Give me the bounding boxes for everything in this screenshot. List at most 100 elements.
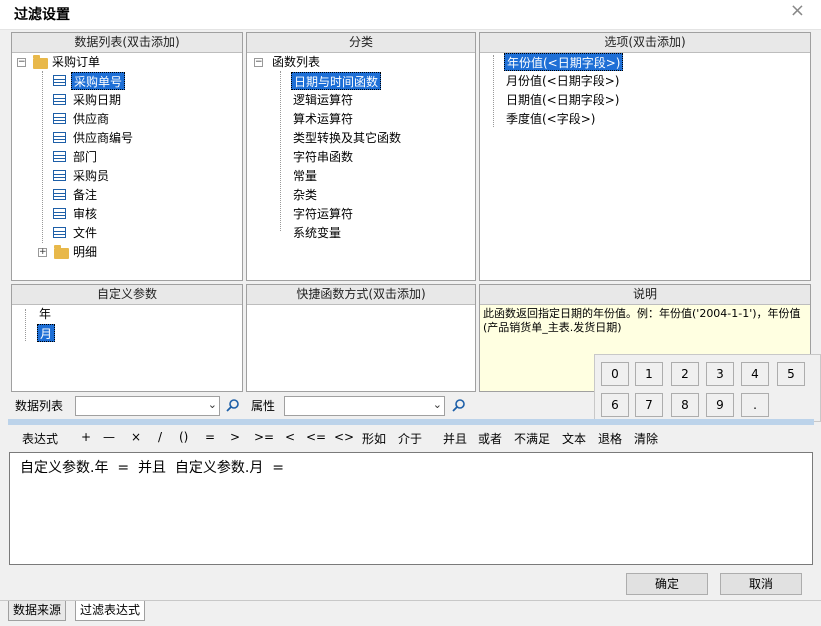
folder-icon — [54, 245, 69, 259]
operator-not-equal[interactable]: <> — [334, 430, 354, 444]
search-icon[interactable] — [452, 398, 466, 412]
folder-open-icon — [33, 55, 48, 69]
table-field-icon — [53, 151, 66, 162]
splitter[interactable] — [8, 419, 814, 425]
search-icon[interactable] — [226, 398, 240, 412]
operator-divide[interactable]: / — [158, 430, 162, 444]
field-item[interactable]: 审核 — [73, 205, 97, 223]
property-combo[interactable]: ⌄ — [284, 396, 445, 416]
collapse-icon[interactable]: − — [17, 58, 26, 67]
data-list-combo[interactable]: ⌄ — [75, 396, 220, 416]
title-bar: 过滤设置 × — [0, 0, 821, 30]
category-item[interactable]: 字符串函数 — [293, 148, 353, 166]
description-header: 说明 — [480, 285, 810, 305]
operator-like[interactable]: 形如 — [362, 430, 386, 447]
numpad-key-7[interactable]: 7 — [635, 393, 663, 417]
custom-params-header: 自定义参数 — [12, 285, 242, 305]
chevron-down-icon[interactable]: ⌄ — [433, 398, 442, 411]
field-item[interactable]: 部门 — [73, 148, 97, 166]
field-item[interactable]: 供应商编号 — [73, 129, 133, 147]
operator-minus[interactable]: — — [103, 430, 115, 444]
expression-editor[interactable]: 自定义参数.年 = 并且 自定义参数.月 = — [9, 452, 813, 565]
field-item[interactable]: 采购日期 — [73, 91, 121, 109]
category-item[interactable]: 类型转换及其它函数 — [293, 129, 401, 147]
option-item[interactable]: 日期值(<日期字段>) — [506, 91, 619, 109]
operator-text[interactable]: 文本 — [562, 430, 586, 447]
category-item[interactable]: 杂类 — [293, 186, 317, 204]
tree-root-function-list[interactable]: 函数列表 — [272, 53, 320, 71]
numpad-key-0[interactable]: 0 — [601, 362, 629, 386]
table-field-icon — [53, 189, 66, 200]
category-item[interactable]: 逻辑运算符 — [293, 91, 353, 109]
cancel-button[interactable]: 取消 — [720, 573, 802, 595]
numpad-key-2[interactable]: 2 — [671, 362, 699, 386]
options-header: 选项(双击添加) — [480, 33, 810, 53]
category-item[interactable]: 常量 — [293, 167, 317, 185]
tree-root-purchase-order[interactable]: 采购订单 — [52, 53, 100, 71]
chevron-down-icon[interactable]: ⌄ — [208, 398, 217, 411]
shortcut-header: 快捷函数方式(双击添加) — [247, 285, 475, 305]
operator-parentheses[interactable]: () — [179, 430, 188, 444]
operator-clear[interactable]: 清除 — [634, 430, 658, 447]
operator-less-equal[interactable]: <= — [306, 430, 326, 444]
operator-expression[interactable]: 表达式 — [22, 430, 58, 447]
field-item[interactable]: 采购员 — [73, 167, 109, 185]
ok-button[interactable]: 确定 — [626, 573, 708, 595]
numpad-key-1[interactable]: 1 — [635, 362, 663, 386]
option-item[interactable]: 月份值(<日期字段>) — [506, 72, 619, 90]
tab-data-source[interactable]: 数据来源 — [8, 601, 67, 621]
numpad-key-dot[interactable]: . — [741, 393, 769, 417]
dialog-title: 过滤设置 — [14, 7, 70, 23]
category-item[interactable]: 日期与时间函数 — [291, 72, 382, 90]
operator-plus[interactable]: + — [81, 430, 91, 444]
options-panel: 选项(双击添加) 年份值(<日期字段>) 月份值(<日期字段>) 日期值(<日期… — [479, 32, 811, 281]
table-field-icon — [53, 208, 66, 219]
table-field-icon — [53, 132, 66, 143]
category-item[interactable]: 字符运算符 — [293, 205, 353, 223]
operator-and[interactable]: 并且 — [443, 430, 467, 447]
operator-not[interactable]: 不满足 — [514, 430, 550, 447]
expand-icon[interactable]: + — [38, 248, 47, 257]
tree-subfolder-details[interactable]: 明细 — [73, 243, 97, 261]
category-item[interactable]: 算术运算符 — [293, 110, 353, 128]
description-text: 此函数返回指定日期的年份值。例：年份值('2004-1-1')，年份值(产品销货… — [483, 307, 801, 334]
operator-between[interactable]: 介于 — [398, 430, 422, 447]
filter-settings-dialog: 过滤设置 × 数据列表(双击添加) − 采购订单 采购单号 采购日期 供应商 供… — [0, 0, 821, 626]
numpad-key-9[interactable]: 9 — [706, 393, 734, 417]
field-item[interactable]: 采购单号 — [71, 72, 126, 90]
option-item[interactable]: 季度值(<字段>) — [506, 110, 595, 128]
collapse-icon[interactable]: − — [254, 58, 263, 67]
option-item[interactable]: 年份值(<日期字段>) — [504, 53, 624, 71]
field-item[interactable]: 文件 — [73, 224, 97, 242]
operator-greater[interactable]: > — [230, 430, 240, 444]
operator-greater-equal[interactable]: >= — [254, 430, 274, 444]
param-item[interactable]: 年 — [39, 305, 51, 323]
operator-multiply[interactable]: × — [131, 430, 141, 444]
numpad-key-6[interactable]: 6 — [601, 393, 629, 417]
param-item[interactable]: 月 — [37, 324, 56, 342]
numpad-key-3[interactable]: 3 — [706, 362, 734, 386]
close-icon[interactable]: × — [790, 0, 805, 21]
custom-params-panel: 自定义参数 年 月 — [11, 284, 243, 392]
numpad-key-4[interactable]: 4 — [741, 362, 769, 386]
table-field-icon — [53, 170, 66, 181]
category-panel: 分类 − 函数列表 日期与时间函数 逻辑运算符 算术运算符 类型转换及其它函数 … — [246, 32, 476, 281]
tab-filter-expression[interactable]: 过滤表达式 — [75, 601, 146, 621]
field-item[interactable]: 供应商 — [73, 110, 109, 128]
category-item[interactable]: 系统变量 — [293, 224, 341, 242]
operator-toolbar: 表达式 + — × / () = > >= < <= <> 形如 介于 并且 或… — [8, 426, 814, 450]
bottom-tab-bar: 数据来源 过滤表达式 — [0, 600, 821, 626]
numpad: 0 1 2 3 4 5 6 7 8 9 . — [594, 354, 821, 422]
numpad-key-5[interactable]: 5 — [777, 362, 805, 386]
operator-or[interactable]: 或者 — [478, 430, 502, 447]
table-field-icon — [53, 94, 66, 105]
category-header: 分类 — [247, 33, 475, 53]
operator-backspace[interactable]: 退格 — [598, 430, 622, 447]
numpad-key-8[interactable]: 8 — [671, 393, 699, 417]
operator-less[interactable]: < — [285, 430, 295, 444]
data-list-label: 数据列表 — [15, 399, 64, 413]
field-item[interactable]: 备注 — [73, 186, 97, 204]
data-list-header: 数据列表(双击添加) — [12, 33, 242, 53]
operator-equal[interactable]: = — [205, 430, 215, 444]
expression-text: 自定义参数.年 = 并且 自定义参数.月 = — [20, 460, 284, 476]
